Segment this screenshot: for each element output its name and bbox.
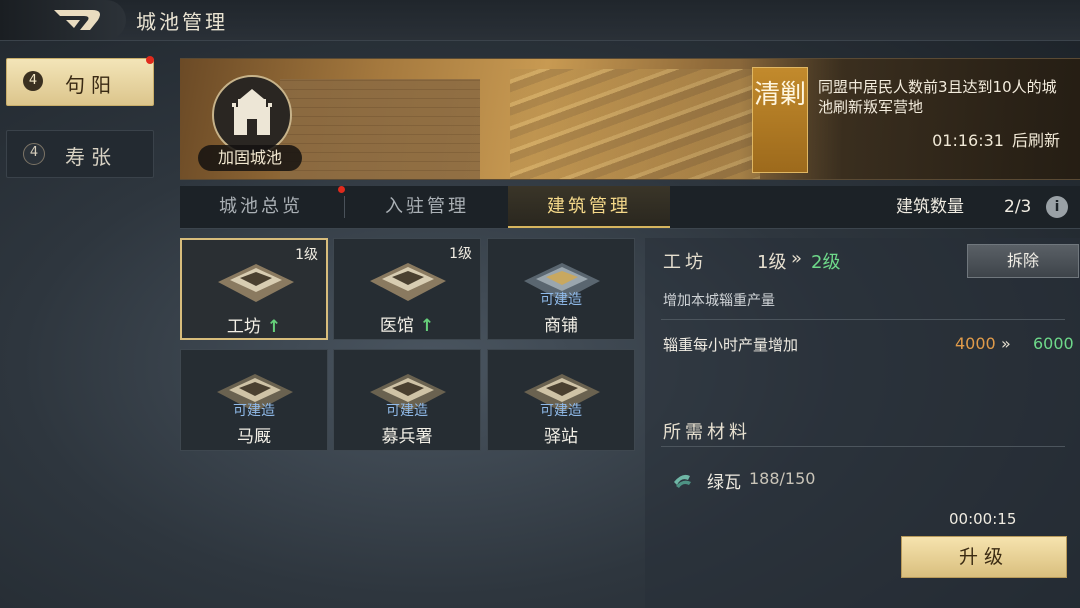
countdown-suffix: 后刷新 bbox=[1011, 131, 1060, 150]
level-arrow: » bbox=[791, 248, 803, 269]
building-card-recruit-office[interactable]: 可建造 募兵署 bbox=[333, 349, 481, 451]
material-quantity: 188/150 bbox=[749, 469, 816, 488]
banner-countdown: 01:16:31 后刷新 bbox=[932, 127, 1060, 151]
back-button[interactable] bbox=[0, 0, 126, 40]
green-tile-icon bbox=[674, 474, 691, 488]
fortress-icon[interactable] bbox=[212, 75, 292, 155]
divider bbox=[661, 319, 1065, 320]
building-name-row: 工坊 ↑ bbox=[182, 312, 326, 337]
building-name: 医馆 bbox=[379, 316, 414, 336]
city-name: 句阳 bbox=[65, 73, 117, 97]
materials-title: 所需材料 bbox=[663, 422, 751, 443]
building-name: 马厩 bbox=[237, 427, 271, 447]
management-tabs: 城池总览 入驻管理 建筑管理 建筑数量 2/3 i bbox=[180, 186, 1080, 229]
demolish-button[interactable]: 拆除 bbox=[967, 244, 1079, 278]
building-level: 1级 bbox=[449, 246, 472, 262]
building-card-post-station[interactable]: 可建造 驿站 bbox=[487, 349, 635, 451]
suppress-seal: 清剿 bbox=[752, 67, 808, 173]
page-title: 城池管理 bbox=[136, 10, 228, 34]
tab-divider bbox=[344, 196, 345, 218]
back-chevron-icon bbox=[54, 10, 100, 30]
detail-building-name: 工坊 bbox=[663, 252, 707, 273]
upgrade-arrow-icon: ↑ bbox=[266, 317, 282, 337]
seal-text: 清剿 bbox=[753, 80, 806, 110]
terrace-fields-art bbox=[510, 69, 760, 179]
city-level-badge: 4 bbox=[23, 71, 43, 91]
stat-arrow: » bbox=[1001, 334, 1011, 353]
buildable-status: 可建造 bbox=[386, 403, 428, 419]
building-image bbox=[218, 264, 294, 302]
tab-building-management[interactable]: 建筑管理 bbox=[508, 186, 670, 228]
building-name: 募兵署 bbox=[381, 427, 433, 447]
city-name: 寿张 bbox=[65, 145, 117, 169]
building-card-shop[interactable]: 可建造 商铺 bbox=[487, 238, 635, 340]
building-name-row: 医馆 ↑ bbox=[334, 311, 480, 336]
building-detail-panel: 工坊 1级 » 2级 拆除 增加本城辎重产量 辎重每小时产量增加 4000 » … bbox=[645, 238, 1080, 608]
fortress-glyph bbox=[232, 89, 272, 135]
reinforce-city-button[interactable]: 加固城池 bbox=[198, 145, 302, 171]
city-tab-juyang[interactable]: 4 句阳 bbox=[6, 58, 154, 106]
city-level-badge: 4 bbox=[23, 143, 45, 165]
buildable-status: 可建造 bbox=[540, 292, 582, 308]
building-name: 商铺 bbox=[544, 316, 578, 336]
upgrade-time: 00:00:15 bbox=[949, 510, 1017, 528]
stat-next-value: 6000 bbox=[1033, 334, 1074, 353]
stat-label: 辎重每小时产量增加 bbox=[663, 336, 799, 354]
building-card-stable[interactable]: 可建造 马厩 bbox=[180, 349, 328, 451]
divider bbox=[661, 446, 1065, 447]
stat-current-value: 4000 bbox=[955, 334, 996, 353]
level-to: 2级 bbox=[811, 252, 841, 273]
banner-description: 同盟中居民人数前3且达到10人的城池刷新叛军营地 bbox=[818, 78, 1057, 116]
top-bar: 城池管理 bbox=[0, 0, 1080, 41]
building-count-label: 建筑数量 bbox=[896, 197, 964, 217]
tab-garrison-management[interactable]: 入驻管理 bbox=[346, 186, 508, 228]
city-wall-art bbox=[280, 79, 480, 179]
city-tab-shouzhang[interactable]: 4 寿张 bbox=[6, 130, 154, 178]
material-name: 绿瓦 bbox=[707, 473, 741, 493]
upgrade-arrow-icon: ↑ bbox=[419, 316, 435, 336]
building-description: 增加本城辎重产量 bbox=[663, 293, 775, 309]
event-banner: 加固城池 清剿 同盟中居民人数前3且达到10人的城池刷新叛军营地 01:16:3… bbox=[180, 58, 1080, 180]
building-count-value: 2/3 bbox=[1004, 197, 1032, 217]
countdown-time: 01:16:31 bbox=[932, 131, 1004, 150]
building-card-clinic[interactable]: 1级 医馆 ↑ bbox=[333, 238, 481, 340]
building-card-workshop[interactable]: 1级 工坊 ↑ bbox=[180, 238, 328, 340]
notification-dot bbox=[338, 186, 345, 193]
upgrade-button[interactable]: 升级 bbox=[901, 536, 1067, 578]
buildable-status: 可建造 bbox=[540, 403, 582, 419]
level-from: 1级 bbox=[757, 252, 787, 273]
notification-dot bbox=[146, 56, 154, 64]
info-icon[interactable]: i bbox=[1046, 196, 1068, 218]
building-level: 1级 bbox=[295, 247, 318, 263]
tab-city-overview[interactable]: 城池总览 bbox=[180, 186, 342, 228]
building-image bbox=[370, 263, 446, 301]
building-name: 工坊 bbox=[226, 317, 261, 337]
building-name: 驿站 bbox=[544, 427, 578, 447]
buildable-status: 可建造 bbox=[233, 403, 275, 419]
